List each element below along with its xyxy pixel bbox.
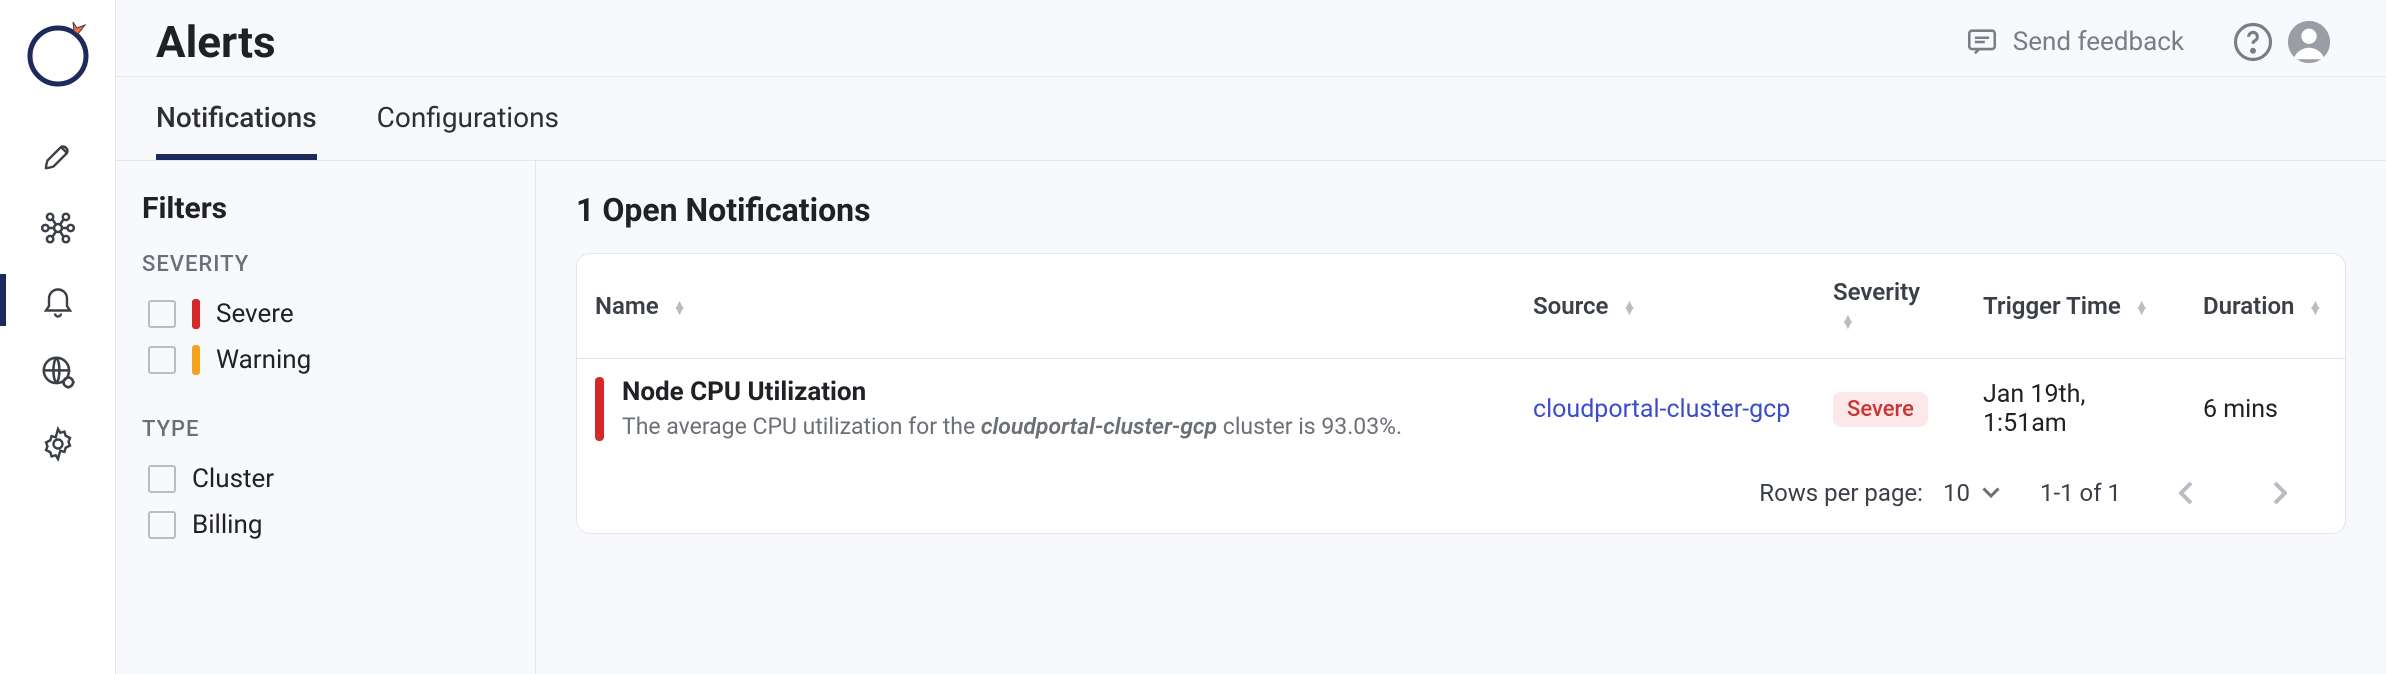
- rows-per-page-label: Rows per page:: [1759, 479, 1923, 507]
- column-label: Name: [595, 292, 659, 320]
- filter-group-type: TYPE Cluster Billing: [142, 417, 509, 548]
- checkbox-icon[interactable]: [148, 346, 176, 374]
- tab-configurations[interactable]: Configurations: [377, 77, 559, 160]
- logo-icon: [21, 16, 95, 90]
- notifications-heading: 1 Open Notifications: [576, 191, 2346, 229]
- vnav-item-launch[interactable]: [0, 120, 116, 192]
- notifications-content: 1 Open Notifications Name ▲▼ Source: [536, 161, 2386, 674]
- severity-badge: Severe: [1833, 392, 1928, 427]
- tabs: Notifications Configurations: [116, 77, 2386, 161]
- filter-cluster[interactable]: Cluster: [142, 456, 509, 502]
- notifications-table: Name ▲▼ Source ▲▼ Severity ▲▼: [577, 254, 2345, 459]
- vertical-nav: [0, 0, 116, 674]
- sort-icon: ▲▼: [2308, 302, 2322, 314]
- column-header-duration[interactable]: Duration ▲▼: [2185, 254, 2345, 359]
- avatar-icon: [2286, 19, 2332, 65]
- vnav-item-globe[interactable]: [0, 336, 116, 408]
- page-title: Alerts: [156, 16, 276, 68]
- filter-group-label: TYPE: [142, 417, 509, 442]
- filter-label: Cluster: [192, 464, 274, 494]
- filter-label: Warning: [216, 345, 311, 375]
- row-source-link[interactable]: cloudportal-cluster-gcp: [1533, 395, 1790, 424]
- vnav-item-settings[interactable]: [0, 408, 116, 480]
- filter-billing[interactable]: Billing: [142, 502, 509, 548]
- checkbox-icon[interactable]: [148, 511, 176, 539]
- chevron-down-icon: [1982, 487, 2000, 499]
- table-row[interactable]: Node CPU Utilization The average CPU uti…: [577, 359, 2345, 460]
- filter-label: Billing: [192, 510, 262, 540]
- filter-severe[interactable]: Severe: [142, 291, 509, 337]
- column-label: Duration: [2203, 292, 2294, 320]
- vnav-item-network[interactable]: [0, 192, 116, 264]
- sort-icon: ▲▼: [1841, 316, 1855, 328]
- filter-warning[interactable]: Warning: [142, 337, 509, 383]
- message-icon: [1965, 25, 1999, 59]
- filter-label: Severe: [216, 299, 294, 329]
- page-next-button[interactable]: [2253, 481, 2305, 505]
- page-prev-button[interactable]: [2161, 481, 2213, 505]
- column-label: Trigger Time: [1983, 292, 2121, 320]
- column-header-name[interactable]: Name ▲▼: [577, 254, 1515, 359]
- filter-group-severity: SEVERITY Severe Warning: [142, 252, 509, 383]
- column-header-source[interactable]: Source ▲▼: [1515, 254, 1815, 359]
- avatar-button[interactable]: [2286, 19, 2332, 65]
- row-trigger-time: Jan 19th, 1:51am: [1983, 380, 2085, 438]
- checkbox-icon[interactable]: [148, 465, 176, 493]
- send-feedback-label: Send feedback: [2013, 27, 2184, 57]
- sort-icon: ▲▼: [1622, 302, 1636, 314]
- row-duration: 6 mins: [2203, 395, 2278, 424]
- notifications-table-card: Name ▲▼ Source ▲▼ Severity ▲▼: [576, 253, 2346, 534]
- row-name: Node CPU Utilization: [622, 377, 1402, 407]
- topbar: Alerts Send feedback: [116, 0, 2386, 77]
- help-icon: [2232, 21, 2274, 63]
- rows-per-page-value: 10: [1943, 479, 1970, 507]
- sort-icon: ▲▼: [2135, 302, 2149, 314]
- main-column: Alerts Send feedback Notifications Confi…: [116, 0, 2386, 674]
- rows-per-page-select[interactable]: 10: [1943, 479, 2000, 507]
- page-range-label: 1-1 of 1: [2040, 479, 2121, 507]
- filters-panel: Filters SEVERITY Severe Warning: [116, 161, 536, 674]
- column-header-trigger-time[interactable]: Trigger Time ▲▼: [1965, 254, 2185, 359]
- sort-icon: ▲▼: [673, 302, 687, 314]
- filter-group-label: SEVERITY: [142, 252, 509, 277]
- tab-notifications[interactable]: Notifications: [156, 77, 317, 160]
- pagination: Rows per page: 10 1-1 of 1: [577, 459, 2345, 533]
- column-label: Severity: [1833, 278, 1920, 306]
- chevron-left-icon: [2179, 481, 2195, 505]
- filters-title: Filters: [142, 191, 509, 226]
- vnav-item-alerts[interactable]: [0, 264, 116, 336]
- column-label: Source: [1533, 292, 1608, 320]
- send-feedback-button[interactable]: Send feedback: [1965, 25, 2184, 59]
- row-description: The average CPU utilization for the clou…: [622, 413, 1402, 440]
- severity-bar-icon: [192, 299, 200, 329]
- checkbox-icon[interactable]: [148, 300, 176, 328]
- help-button[interactable]: [2230, 19, 2276, 65]
- severity-bar-icon: [595, 377, 604, 441]
- column-header-severity[interactable]: Severity ▲▼: [1815, 254, 1965, 359]
- severity-bar-icon: [192, 345, 200, 375]
- chevron-right-icon: [2271, 481, 2287, 505]
